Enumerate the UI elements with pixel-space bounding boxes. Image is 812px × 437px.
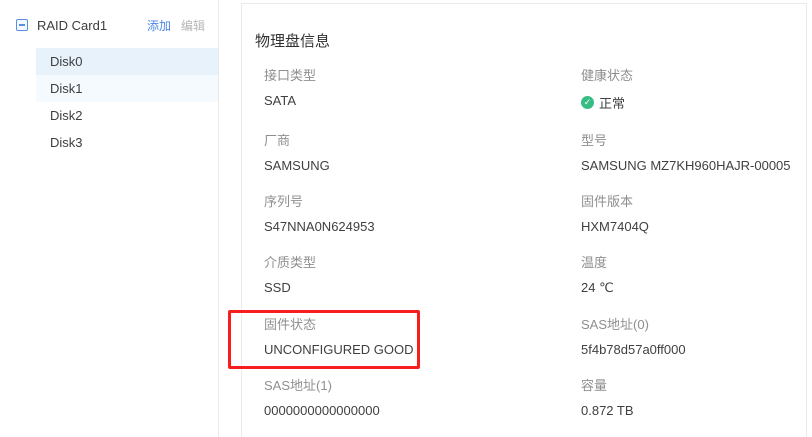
sidebar-item-disk3[interactable]: Disk3: [36, 129, 218, 156]
field-sas-address-0: SAS地址(0) 5f4b78d57a0ff000: [581, 314, 806, 357]
field-value: S47NNA0N624953: [264, 219, 581, 234]
sidebar-item-disk1[interactable]: Disk1: [36, 75, 218, 102]
field-label: 温度: [581, 252, 806, 271]
field-temperature: 温度 24 ℃: [581, 252, 806, 296]
field-sas-address-1: SAS地址(1) 0000000000000000: [264, 375, 581, 418]
field-label: 固件状态: [264, 314, 581, 333]
health-check-icon: ✓: [581, 96, 594, 109]
add-link[interactable]: 添加: [147, 17, 171, 34]
field-value: SSD: [264, 280, 581, 295]
raid-card-label: RAID Card1: [37, 18, 147, 33]
field-value: SAMSUNG MZ7KH960HAJR-00005: [581, 158, 806, 173]
field-firmware-version: 固件版本 HXM7404Q: [581, 191, 806, 234]
field-label: 健康状态: [581, 65, 806, 84]
field-serial-number: 序列号 S47NNA0N624953: [264, 191, 581, 234]
field-value: 5f4b78d57a0ff000: [581, 342, 806, 357]
field-media-type: 介质类型 SSD: [264, 252, 581, 296]
field-label: 接口类型: [264, 65, 581, 84]
field-model: 型号 SAMSUNG MZ7KH960HAJR-00005: [581, 130, 806, 173]
field-value: HXM7404Q: [581, 219, 806, 234]
page-title: 物理盘信息: [255, 30, 806, 51]
physical-disk-info-panel: 物理盘信息 接口类型 SATA 健康状态 ✓ 正常 厂商 SAMSUNG 型号 …: [241, 3, 807, 437]
status-badge: 正常: [599, 93, 625, 112]
disk-list: Disk0 Disk1 Disk2 Disk3: [0, 48, 218, 156]
field-firmware-state: 固件状态 UNCONFIGURED GOOD: [264, 314, 581, 357]
field-value: ✓ 正常: [581, 93, 806, 112]
field-label: 序列号: [264, 191, 581, 210]
field-value: SAMSUNG: [264, 158, 581, 173]
field-label: 容量: [581, 375, 806, 394]
field-interface-type: 接口类型 SATA: [264, 65, 581, 112]
field-value: UNCONFIGURED GOOD: [264, 342, 581, 357]
field-label: 厂商: [264, 130, 581, 149]
field-label: SAS地址(1): [264, 375, 581, 394]
field-value: 0.872 TB: [581, 403, 806, 418]
field-value: 0000000000000000: [264, 403, 581, 418]
field-health-status: 健康状态 ✓ 正常: [581, 65, 806, 112]
field-capacity: 容量 0.872 TB: [581, 375, 806, 418]
sidebar-item-disk2[interactable]: Disk2: [36, 102, 218, 129]
edit-link[interactable]: 编辑: [181, 17, 205, 34]
sidebar-item-disk0[interactable]: Disk0: [36, 48, 218, 75]
field-label: 介质类型: [264, 252, 581, 271]
disk-tree-sidebar: RAID Card1 添加 编辑 Disk0 Disk1 Disk2 Disk3: [0, 0, 219, 437]
field-value: 24 ℃: [581, 280, 806, 296]
field-label: 固件版本: [581, 191, 806, 210]
fields-grid: 接口类型 SATA 健康状态 ✓ 正常 厂商 SAMSUNG 型号 SAMSUN…: [255, 65, 806, 436]
collapse-icon[interactable]: [16, 19, 28, 31]
field-label: SAS地址(0): [581, 314, 806, 333]
raid-card-node[interactable]: RAID Card1 添加 编辑: [0, 14, 218, 36]
field-label: 型号: [581, 130, 806, 149]
field-value: SATA: [264, 93, 581, 108]
field-vendor: 厂商 SAMSUNG: [264, 130, 581, 173]
